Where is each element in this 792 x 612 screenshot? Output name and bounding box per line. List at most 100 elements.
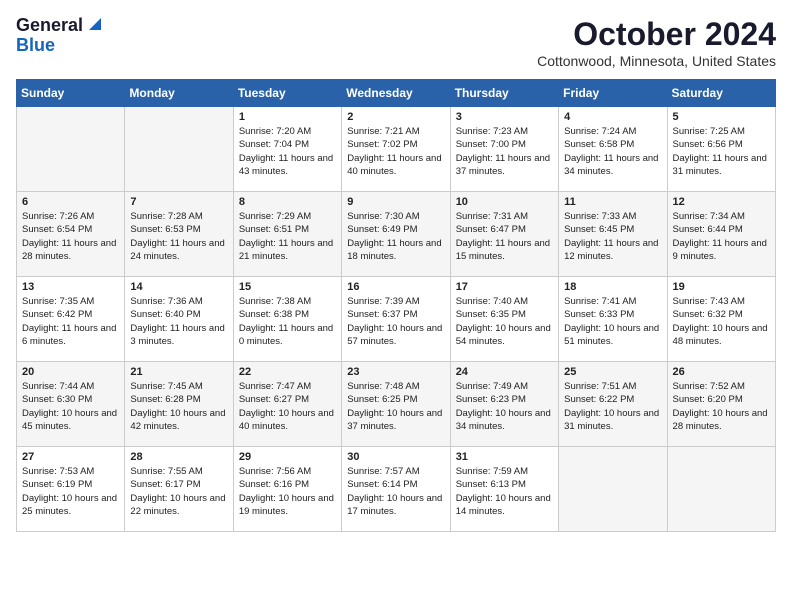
sunrise-label: Sunrise: 7:41 AM: [564, 296, 636, 307]
logo-blue-text: Blue: [16, 35, 55, 55]
daylight-label: Daylight: 10 hours and 14 minutes.: [456, 493, 551, 517]
sunrise-label: Sunrise: 7:33 AM: [564, 211, 636, 222]
day-info: Sunrise: 7:33 AM Sunset: 6:45 PM Daylight:…: [564, 210, 661, 263]
sunset-label: Sunset: 6:56 PM: [673, 139, 743, 150]
sunrise-label: Sunrise: 7:30 AM: [347, 211, 419, 222]
day-info: Sunrise: 7:38 AMSunset: 6:38 PMDaylight:…: [239, 295, 336, 348]
logo: General Blue: [16, 16, 101, 56]
sunrise-label: Sunrise: 7:59 AM: [456, 466, 528, 477]
sunset-label: Sunset: 6:54 PM: [22, 224, 92, 235]
calendar-cell: 24Sunrise: 7:49 AMSunset: 6:23 PMDayligh…: [450, 362, 558, 447]
calendar-week-5: 27Sunrise: 7:53 AMSunset: 6:19 PMDayligh…: [17, 447, 776, 532]
daylight-label: Daylight: 10 hours and 37 minutes.: [347, 408, 442, 432]
daylight-label: Daylight: 11 hours and 21 minutes.: [239, 238, 333, 262]
day-number: 17: [456, 281, 553, 293]
day-number: 15: [239, 281, 336, 293]
sunset-label: Sunset: 6:23 PM: [456, 394, 526, 405]
day-info: Sunrise: 7:47 AMSunset: 6:27 PMDaylight:…: [239, 380, 336, 433]
calendar-cell: 14Sunrise: 7:36 AMSunset: 6:40 PMDayligh…: [125, 277, 233, 362]
day-info: Sunrise: 7:52 AMSunset: 6:20 PMDaylight:…: [673, 380, 770, 433]
sunset-label: Sunset: 7:02 PM: [347, 139, 417, 150]
calendar-cell: 21Sunrise: 7:45 AMSunset: 6:28 PMDayligh…: [125, 362, 233, 447]
day-info: Sunrise: 7:56 AMSunset: 6:16 PMDaylight:…: [239, 465, 336, 518]
daylight-label: Daylight: 10 hours and 48 minutes.: [673, 323, 768, 347]
day-number: 1: [239, 111, 336, 123]
day-number: 3: [456, 111, 553, 123]
sunset-label: Sunset: 6:47 PM: [456, 224, 526, 235]
daylight-label: Daylight: 11 hours and 12 minutes.: [564, 238, 658, 262]
day-number: 2: [347, 111, 444, 123]
day-info: Sunrise: 7:34 AMSunset: 6:44 PMDaylight:…: [673, 210, 770, 263]
calendar-cell: 3Sunrise: 7:23 AMSunset: 7:00 PMDaylight…: [450, 107, 558, 192]
day-info: Sunrise: 7:53 AMSunset: 6:19 PMDaylight:…: [22, 465, 119, 518]
calendar-cell: 19Sunrise: 7:43 AMSunset: 6:32 PMDayligh…: [667, 277, 775, 362]
day-number: 7: [130, 196, 227, 208]
calendar-cell: 5 Sunrise: 7:25 AMSunset: 6:56 PMDaylight…: [667, 107, 775, 192]
logo-general-text: General: [16, 16, 83, 36]
day-info: Sunrise: 7:45 AMSunset: 6:28 PMDaylight:…: [130, 380, 227, 433]
calendar-cell: 23Sunrise: 7:48 AMSunset: 6:25 PMDayligh…: [342, 362, 450, 447]
daylight-label: Daylight: 10 hours and 28 minutes.: [673, 408, 768, 432]
daylight-label: Daylight: 11 hours and 6 minutes.: [22, 323, 116, 347]
sunset-label: Sunset: 6:45 PM: [564, 224, 634, 235]
daylight-label: Daylight: 11 hours and 28 minutes.: [22, 238, 116, 262]
day-info: Sunrise: 7:57 AMSunset: 6:14 PMDaylight:…: [347, 465, 444, 518]
calendar-cell: 25Sunrise: 7:51 AMSunset: 6:22 PMDayligh…: [559, 362, 667, 447]
day-info: Sunrise: 7:51 AMSunset: 6:22 PMDaylight:…: [564, 380, 661, 433]
calendar-cell: 11Sunrise: 7:33 AMSunset: 6:45 PMDayligh…: [559, 192, 667, 277]
day-number: 18: [564, 281, 661, 293]
title-area: October 2024 Cottonwood, Minnesota, Unit…: [537, 16, 776, 69]
sunrise-label: Sunrise: 7:20 AM: [239, 126, 311, 137]
day-info: Sunrise: 7:35 AMSunset: 6:42 PMDaylight:…: [22, 295, 119, 348]
calendar-week-2: 6Sunrise: 7:26 AMSunset: 6:54 PMDaylight…: [17, 192, 776, 277]
day-info: Sunrise: 7:20 AMSunset: 7:04 PMDaylight:…: [239, 125, 336, 178]
sunrise-label: Sunrise: 7:31 AM: [456, 211, 528, 222]
sunset-label: Sunset: 6:16 PM: [239, 479, 309, 490]
sunset-label: Sunset: 6:58 PM: [564, 139, 634, 150]
sunrise-label: Sunrise: 7:29 AM: [239, 211, 311, 222]
daylight-label: Daylight: 11 hours and 43 minutes.: [239, 153, 333, 177]
column-header-wednesday: Wednesday: [342, 80, 450, 107]
day-number: 20: [22, 366, 119, 378]
calendar-cell: 10Sunrise: 7:31 AMSunset: 6:47 PMDayligh…: [450, 192, 558, 277]
day-info: Sunrise: 7:29 AMSunset: 6:51 PMDaylight:…: [239, 210, 336, 263]
calendar-cell: 31Sunrise: 7:59 AMSunset: 6:13 PMDayligh…: [450, 447, 558, 532]
calendar-header-row: SundayMondayTuesdayWednesdayThursdayFrid…: [17, 80, 776, 107]
calendar-cell: 2Sunrise: 7:21 AMSunset: 7:02 PMDaylight…: [342, 107, 450, 192]
sunset-label: Sunset: 6:25 PM: [347, 394, 417, 405]
sunset-label: Sunset: 6:14 PM: [347, 479, 417, 490]
sunrise-label: Sunrise: 7:49 AM: [456, 381, 528, 392]
day-number: 23: [347, 366, 444, 378]
daylight-label: Daylight: 10 hours and 54 minutes.: [456, 323, 551, 347]
sunrise-label: Sunrise: 7:26 AM: [22, 211, 94, 222]
sunrise-label: Sunrise: 7:35 AM: [22, 296, 94, 307]
column-header-tuesday: Tuesday: [233, 80, 341, 107]
calendar-cell: 16Sunrise: 7:39 AMSunset: 6:37 PMDayligh…: [342, 277, 450, 362]
day-info: Sunrise: 7:24 AMSunset: 6:58 PMDaylight:…: [564, 125, 661, 178]
calendar-cell: 27Sunrise: 7:53 AMSunset: 6:19 PMDayligh…: [17, 447, 125, 532]
day-number: 5: [673, 111, 770, 123]
sunrise-label: Sunrise: 7:28 AM: [130, 211, 202, 222]
sunset-label: Sunset: 6:44 PM: [673, 224, 743, 235]
day-info: Sunrise: 7:40 AMSunset: 6:35 PMDaylight:…: [456, 295, 553, 348]
daylight-label: Daylight: 10 hours and 51 minutes.: [564, 323, 659, 347]
calendar-cell: 13Sunrise: 7:35 AMSunset: 6:42 PMDayligh…: [17, 277, 125, 362]
sunset-label: Sunset: 6:22 PM: [564, 394, 634, 405]
sunset-label: Sunset: 6:40 PM: [130, 309, 200, 320]
sunrise-label: Sunrise: 7:23 AM: [456, 126, 528, 137]
sunrise-label: Sunrise: 7:39 AM: [347, 296, 419, 307]
daylight-label: Daylight: 11 hours and 31 minutes.: [673, 153, 767, 177]
daylight-label: Daylight: 11 hours and 3 minutes.: [130, 323, 224, 347]
sunrise-label: Sunrise: 7:43 AM: [673, 296, 745, 307]
calendar-cell: [125, 107, 233, 192]
calendar-week-3: 13Sunrise: 7:35 AMSunset: 6:42 PMDayligh…: [17, 277, 776, 362]
daylight-label: Daylight: 10 hours and 42 minutes.: [130, 408, 225, 432]
daylight-label: Daylight: 10 hours and 31 minutes.: [564, 408, 659, 432]
sunset-label: Sunset: 7:00 PM: [456, 139, 526, 150]
calendar-cell: 9Sunrise: 7:30 AMSunset: 6:49 PMDaylight…: [342, 192, 450, 277]
sunrise-label: Sunrise: 7:47 AM: [239, 381, 311, 392]
calendar-cell: [667, 447, 775, 532]
location-text: Cottonwood, Minnesota, United States: [537, 53, 776, 69]
day-info: Sunrise: 7:28 AMSunset: 6:53 PMDaylight:…: [130, 210, 227, 263]
day-info: Sunrise: 7:25 AMSunset: 6:56 PMDaylight:…: [673, 125, 770, 178]
